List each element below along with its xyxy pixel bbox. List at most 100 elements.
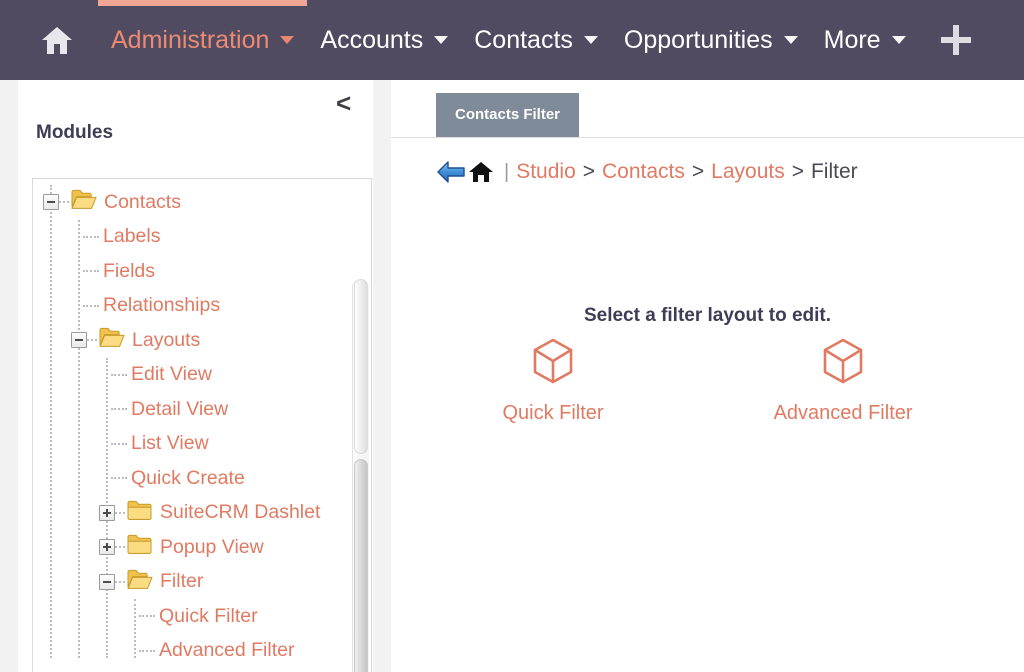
tree-item-advanced-filter[interactable]: Advanced Filter (33, 634, 371, 669)
instruction-text: Select a filter layout to edit. (391, 305, 1024, 327)
nav-item-accounts[interactable]: Accounts (307, 0, 461, 80)
choice-advanced-filter[interactable]: Advanced Filter (774, 338, 913, 425)
nav-item-label: Administration (111, 26, 269, 55)
nav-item-label: More (824, 26, 881, 55)
main-content: Contacts Filter | Studio>Contacts>L (391, 80, 1024, 672)
tree-item-label: Quick Create (131, 467, 245, 490)
tree-connector (111, 374, 127, 376)
tree-item-label: Popup View (160, 536, 264, 559)
tree-item-quick-filter[interactable]: Quick Filter (33, 599, 371, 634)
nav-item-contacts[interactable]: Contacts (461, 0, 611, 80)
choice-quick-filter[interactable]: Quick Filter (502, 338, 603, 425)
tree-connector (111, 443, 127, 445)
tab-bar: Contacts Filter (391, 80, 1024, 146)
home-icon[interactable] (468, 160, 494, 184)
tree-connector (115, 512, 125, 514)
tree-connector (111, 477, 127, 479)
tree-item-fields[interactable]: Fields (33, 254, 371, 289)
tree-item-label: Labels (103, 225, 160, 248)
tree-scrollbar-thumb[interactable] (354, 459, 368, 672)
tree-item-label: Layouts (132, 329, 200, 352)
chevron-down-icon (280, 36, 294, 44)
tree-connector (83, 305, 99, 307)
folder-open-icon (99, 327, 125, 353)
tree-scrollbar-thumb-upper[interactable] (354, 279, 368, 454)
nav-item-administration[interactable]: Administration (98, 0, 307, 80)
breadcrumb-separator: > (792, 160, 804, 184)
cube-icon (822, 338, 864, 389)
home-icon[interactable] (34, 18, 80, 62)
breadcrumb-contacts[interactable]: Contacts (602, 160, 685, 184)
tree-item-list-view[interactable]: List View (33, 427, 371, 462)
breadcrumb-items: Studio>Contacts>Layouts>Filter (516, 160, 857, 184)
tree-item-detail-view[interactable]: Detail View (33, 392, 371, 427)
nav-item-opportunities[interactable]: Opportunities (611, 0, 811, 80)
module-tree-panel: Contacts Labels Fields Relationships Layouts… (32, 178, 372, 672)
tree-item-layouts[interactable]: Layouts (33, 323, 371, 358)
tree-item-label: Edit View (131, 363, 212, 386)
choice-label: Quick Filter (502, 402, 603, 425)
tree-item-label: Quick Filter (159, 605, 258, 628)
chevron-left-icon[interactable]: > (336, 90, 351, 116)
plus-icon[interactable] (933, 17, 979, 63)
tree-item-label: Relationships (103, 294, 220, 317)
tree-item-quick-create[interactable]: Quick Create (33, 461, 371, 496)
breadcrumb-studio[interactable]: Studio (516, 160, 576, 184)
modules-title: Modules (36, 122, 113, 144)
tab-contacts-filter[interactable]: Contacts Filter (436, 93, 579, 137)
nav-items: Administration Accounts Contacts Opportunit… (98, 0, 919, 80)
chevron-down-icon (584, 36, 598, 44)
tree-item-label: Advanced Filter (159, 639, 294, 662)
collapse-icon[interactable] (99, 574, 115, 590)
choice-label: Advanced Filter (774, 402, 913, 425)
tree-item-popup-view[interactable]: Popup View (33, 530, 371, 565)
tree-item-suitecrm-dashlet[interactable]: SuiteCRM Dashlet (33, 496, 371, 531)
chevron-down-icon (892, 36, 906, 44)
cube-icon (532, 338, 574, 389)
breadcrumb-filter: Filter (811, 160, 858, 184)
collapse-icon[interactable] (43, 194, 59, 210)
chevron-down-icon (784, 36, 798, 44)
tree-scrollbar[interactable] (352, 279, 369, 672)
top-navbar: Administration Accounts Contacts Opportunit… (0, 0, 1024, 80)
tree-item-label: List View (131, 432, 209, 455)
tree-item-label: SuiteCRM Dashlet (160, 501, 320, 524)
nav-item-label: Contacts (474, 26, 573, 55)
tree-item-label: Detail View (131, 398, 228, 421)
tree-connector (111, 408, 127, 410)
tab-bar-divider (391, 137, 1024, 138)
tree-item-labels[interactable]: Labels (33, 220, 371, 255)
folder-closed-icon (127, 534, 153, 560)
tree-item-edit-view[interactable]: Edit View (33, 358, 371, 393)
back-arrow-icon[interactable] (436, 160, 466, 184)
tree-item-filter[interactable]: Filter (33, 565, 371, 600)
sidebar-header: > Modules (18, 80, 373, 180)
tree-item-label: Filter (160, 570, 203, 593)
tree-connector (59, 201, 69, 203)
tree-connector (83, 236, 99, 238)
tree-connector (87, 339, 97, 341)
tree-item-label: Fields (103, 260, 155, 283)
layout-choices: Quick Filter Advanced Filter (391, 338, 1024, 425)
tree-connector (115, 581, 125, 583)
folder-open-icon (71, 189, 97, 215)
breadcrumb-separator: > (692, 160, 704, 184)
breadcrumb-pipe: | (504, 161, 509, 184)
folder-closed-icon (127, 500, 153, 526)
tree-item-relationships[interactable]: Relationships (33, 289, 371, 324)
nav-item-label: Accounts (320, 26, 423, 55)
expand-icon[interactable] (99, 505, 115, 521)
breadcrumb-layouts[interactable]: Layouts (711, 160, 785, 184)
nav-item-label: Opportunities (624, 26, 773, 55)
collapse-icon[interactable] (71, 332, 87, 348)
breadcrumb: | Studio>Contacts>Layouts>Filter (436, 160, 858, 184)
tree-connector (139, 615, 155, 617)
folder-open-icon (127, 569, 153, 595)
sidebar-panel: > Modules Contacts Labels Fields Relationsh… (18, 80, 373, 672)
chevron-down-icon (434, 36, 448, 44)
expand-icon[interactable] (99, 539, 115, 555)
nav-item-more[interactable]: More (811, 0, 919, 80)
tree-item-contacts[interactable]: Contacts (33, 185, 371, 220)
tree-connector (139, 650, 155, 652)
tree-connector (83, 270, 99, 272)
